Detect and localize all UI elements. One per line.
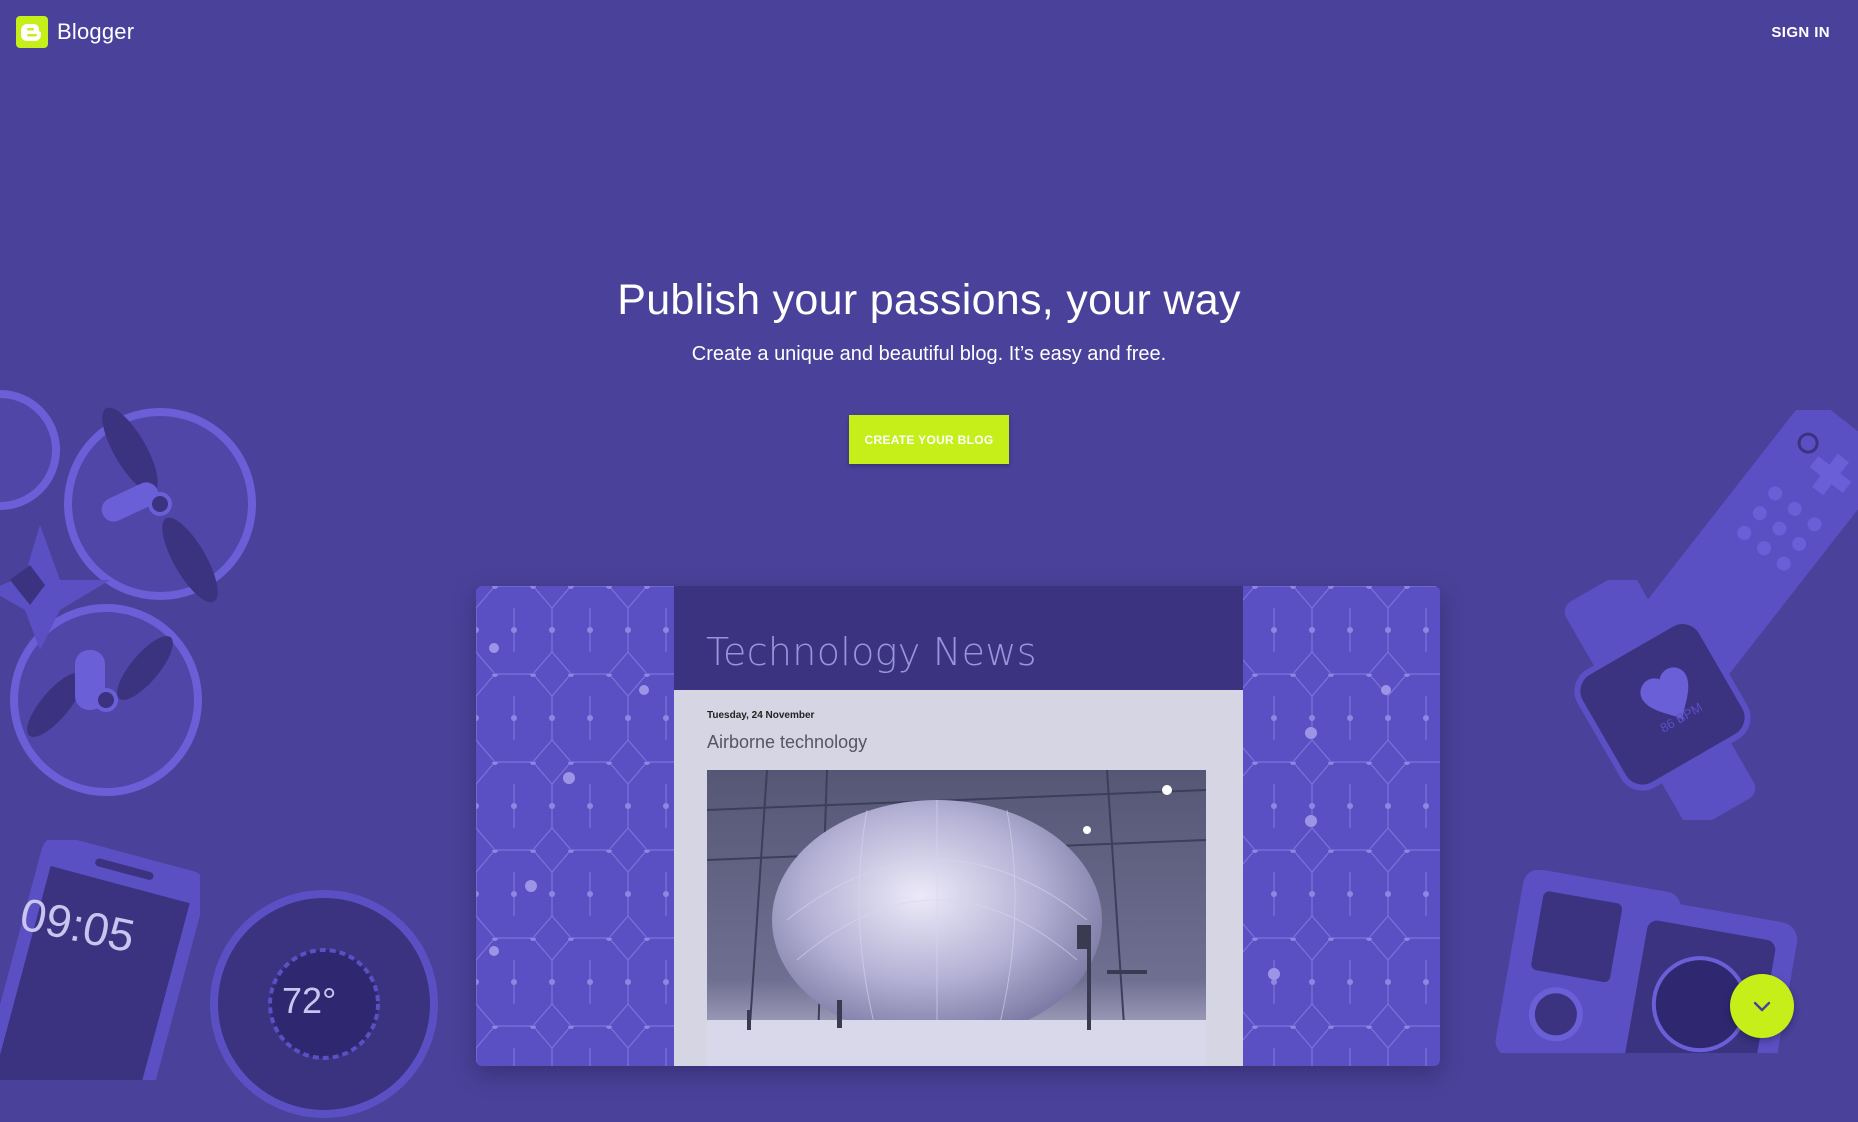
- post-image: [707, 770, 1206, 1066]
- brand-name: Blogger: [57, 19, 135, 44]
- brand-link[interactable]: Blogger: [16, 16, 134, 48]
- smartwatch-illustration: 86 BPM: [1550, 580, 1770, 820]
- blog-page: Technology News Tuesday, 24 November Air…: [674, 586, 1243, 1066]
- drone-illustration: [0, 390, 256, 796]
- thermostat-temperature: 72°: [282, 980, 337, 1021]
- chevron-down-icon: [1753, 1001, 1771, 1012]
- scroll-down-button[interactable]: [1730, 974, 1794, 1038]
- create-blog-button[interactable]: CREATE YOUR BLOG: [849, 415, 1009, 464]
- thermostat-illustration: 72°: [206, 886, 442, 1122]
- hero-section: Publish your passions, your way Create a…: [0, 276, 1858, 366]
- phone-illustration: 09:05: [0, 840, 200, 1080]
- post-date: Tuesday, 24 November: [707, 710, 815, 721]
- post-title: Airborne technology: [707, 732, 868, 752]
- blog-header: Technology News: [674, 586, 1243, 690]
- hero-headline: Publish your passions, your way: [617, 276, 1241, 324]
- top-bar: Blogger SIGN IN: [0, 0, 1858, 64]
- blogger-logo-icon: [16, 16, 48, 48]
- blog-title: Technology News: [706, 630, 1037, 674]
- blog-preview-mockup: Technology News Tuesday, 24 November Air…: [476, 586, 1440, 1066]
- hero-subheadline: Create a unique and beautiful blog. It’s…: [691, 343, 1167, 365]
- sign-in-link[interactable]: SIGN IN: [1771, 24, 1830, 41]
